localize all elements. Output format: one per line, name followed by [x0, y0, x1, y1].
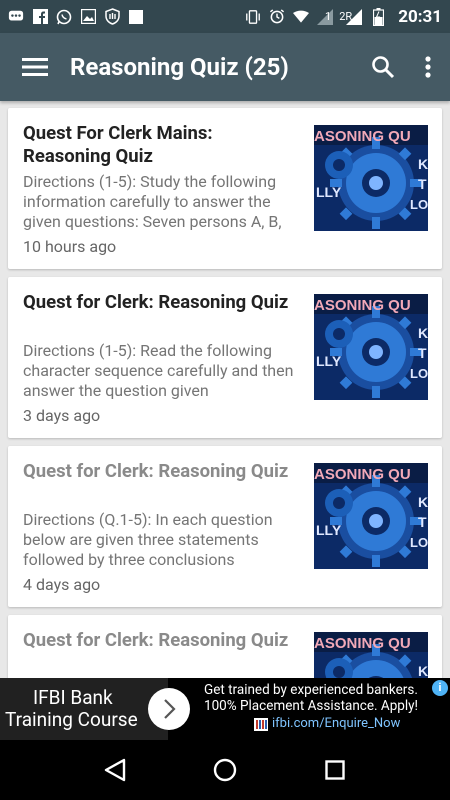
- list-item[interactable]: Quest for Clerk: Reasoning Quiz Directio…: [8, 446, 442, 607]
- more-vert-icon: [424, 56, 431, 78]
- svg-text:ASONING QU: ASONING QU: [314, 128, 411, 145]
- recents-button[interactable]: [310, 745, 360, 795]
- card-title: Quest for Clerk: Reasoning Quiz: [23, 460, 289, 482]
- menu-button[interactable]: [0, 33, 70, 101]
- ad-link[interactable]: ifbi.com/Enquire_Now: [204, 716, 444, 732]
- chat-icon: [8, 9, 24, 25]
- card-title: Quest for Clerk: Reasoning Quiz: [23, 629, 289, 651]
- ad-banner[interactable]: IFBI Bank Training Course Get trained by…: [0, 678, 450, 740]
- vibrate-icon: [245, 9, 261, 25]
- quiz-thumbnail: ASONING QU K T LLY LO: [314, 632, 428, 678]
- signal-1-label: 1: [325, 10, 332, 23]
- quiz-thumbnail: ASONING QU K T LLY LO: [314, 294, 428, 400]
- back-button[interactable]: [90, 745, 140, 795]
- svg-text:ASONING QU: ASONING QU: [314, 466, 411, 483]
- list-item[interactable]: Quest for Clerk: Reasoning Quiz Directio…: [8, 277, 442, 438]
- svg-text:LO: LO: [410, 535, 428, 550]
- wifi-icon: [293, 9, 310, 25]
- quiz-thumbnail: ASONING QU K T LLY LO: [314, 463, 428, 569]
- svg-text:T: T: [418, 345, 427, 361]
- chevron-right-icon: [164, 699, 176, 719]
- signal-icon: 1: [317, 8, 334, 25]
- overflow-menu-button[interactable]: [405, 33, 450, 101]
- list-item[interactable]: Quest For Clerk Mains: Reasoning Quiz Di…: [8, 108, 442, 269]
- ad-open-button[interactable]: [148, 688, 190, 730]
- back-triangle-icon: [104, 758, 126, 782]
- svg-text:LLY: LLY: [316, 353, 342, 369]
- card-time: 10 hours ago: [23, 237, 117, 256]
- system-nav-bar: [0, 740, 450, 800]
- recents-square-icon: [325, 760, 345, 780]
- alarm-icon: [269, 9, 285, 25]
- search-icon: [371, 56, 394, 79]
- ad-link-text: ifbi.com/Enquire_Now: [272, 716, 401, 731]
- card-time: 3 days ago: [23, 406, 101, 425]
- quiz-thumbnail: ASONING QU K T LLY LO: [314, 125, 428, 231]
- svg-text:T: T: [418, 514, 427, 530]
- svg-text:K: K: [418, 494, 428, 510]
- clock: 20:31: [398, 6, 442, 27]
- signal-2-label: 2R: [339, 10, 353, 23]
- card-description: Directions (1-5): Read the following cha…: [23, 341, 294, 400]
- card-time: 4 days ago: [23, 575, 101, 594]
- card-title: Quest for Clerk: Reasoning Quiz: [23, 291, 289, 313]
- card-title: Quest For Clerk Mains: Reasoning Quiz: [23, 122, 213, 167]
- image-icon: [80, 9, 96, 25]
- svg-text:K: K: [418, 156, 428, 172]
- svg-text:ASONING QU: ASONING QU: [314, 297, 411, 314]
- home-circle-icon: [213, 758, 237, 782]
- ad-info-icon[interactable]: i: [432, 680, 448, 696]
- ad-title-line2: Training Course: [5, 708, 138, 731]
- svg-text:LLY: LLY: [316, 522, 342, 538]
- ad-title[interactable]: IFBI Bank Training Course: [0, 678, 168, 740]
- home-button[interactable]: [200, 745, 250, 795]
- ad-title-line1: IFBI Bank: [33, 686, 113, 709]
- list-item[interactable]: Quest for Clerk: Reasoning Quiz ASONING …: [8, 615, 442, 678]
- svg-text:K: K: [418, 663, 428, 678]
- card-description: Directions (1-5): Study the following in…: [23, 172, 282, 231]
- svg-text:ASONING QU: ASONING QU: [314, 635, 411, 652]
- svg-text:LLY: LLY: [316, 184, 342, 200]
- status-bar: 1 2R 20:31: [0, 0, 450, 33]
- card-description: Directions (Q.1-5): In each question bel…: [23, 510, 273, 569]
- ifbi-logo-icon: [254, 717, 268, 731]
- battery-icon: [370, 7, 386, 26]
- page-title: Reasoning Quiz (25): [70, 53, 289, 81]
- svg-text:T: T: [418, 176, 427, 192]
- svg-text:K: K: [418, 325, 428, 341]
- ad-text: Get trained by experienced bankers. 100%…: [204, 682, 419, 714]
- ad-body[interactable]: Get trained by experienced bankers. 100%…: [168, 678, 450, 740]
- svg-text:LO: LO: [410, 366, 428, 381]
- shield-icon: [104, 8, 120, 25]
- quiz-list[interactable]: Quest For Clerk Mains: Reasoning Quiz Di…: [0, 101, 450, 678]
- signal-icon: 2R: [339, 8, 363, 25]
- facebook-icon: [32, 9, 48, 25]
- whatsapp-icon: [56, 9, 72, 25]
- square-icon: [128, 9, 144, 25]
- svg-text:LO: LO: [410, 197, 428, 212]
- hamburger-menu-icon: [22, 58, 48, 76]
- search-button[interactable]: [360, 33, 405, 101]
- app-toolbar: Reasoning Quiz (25): [0, 33, 450, 101]
